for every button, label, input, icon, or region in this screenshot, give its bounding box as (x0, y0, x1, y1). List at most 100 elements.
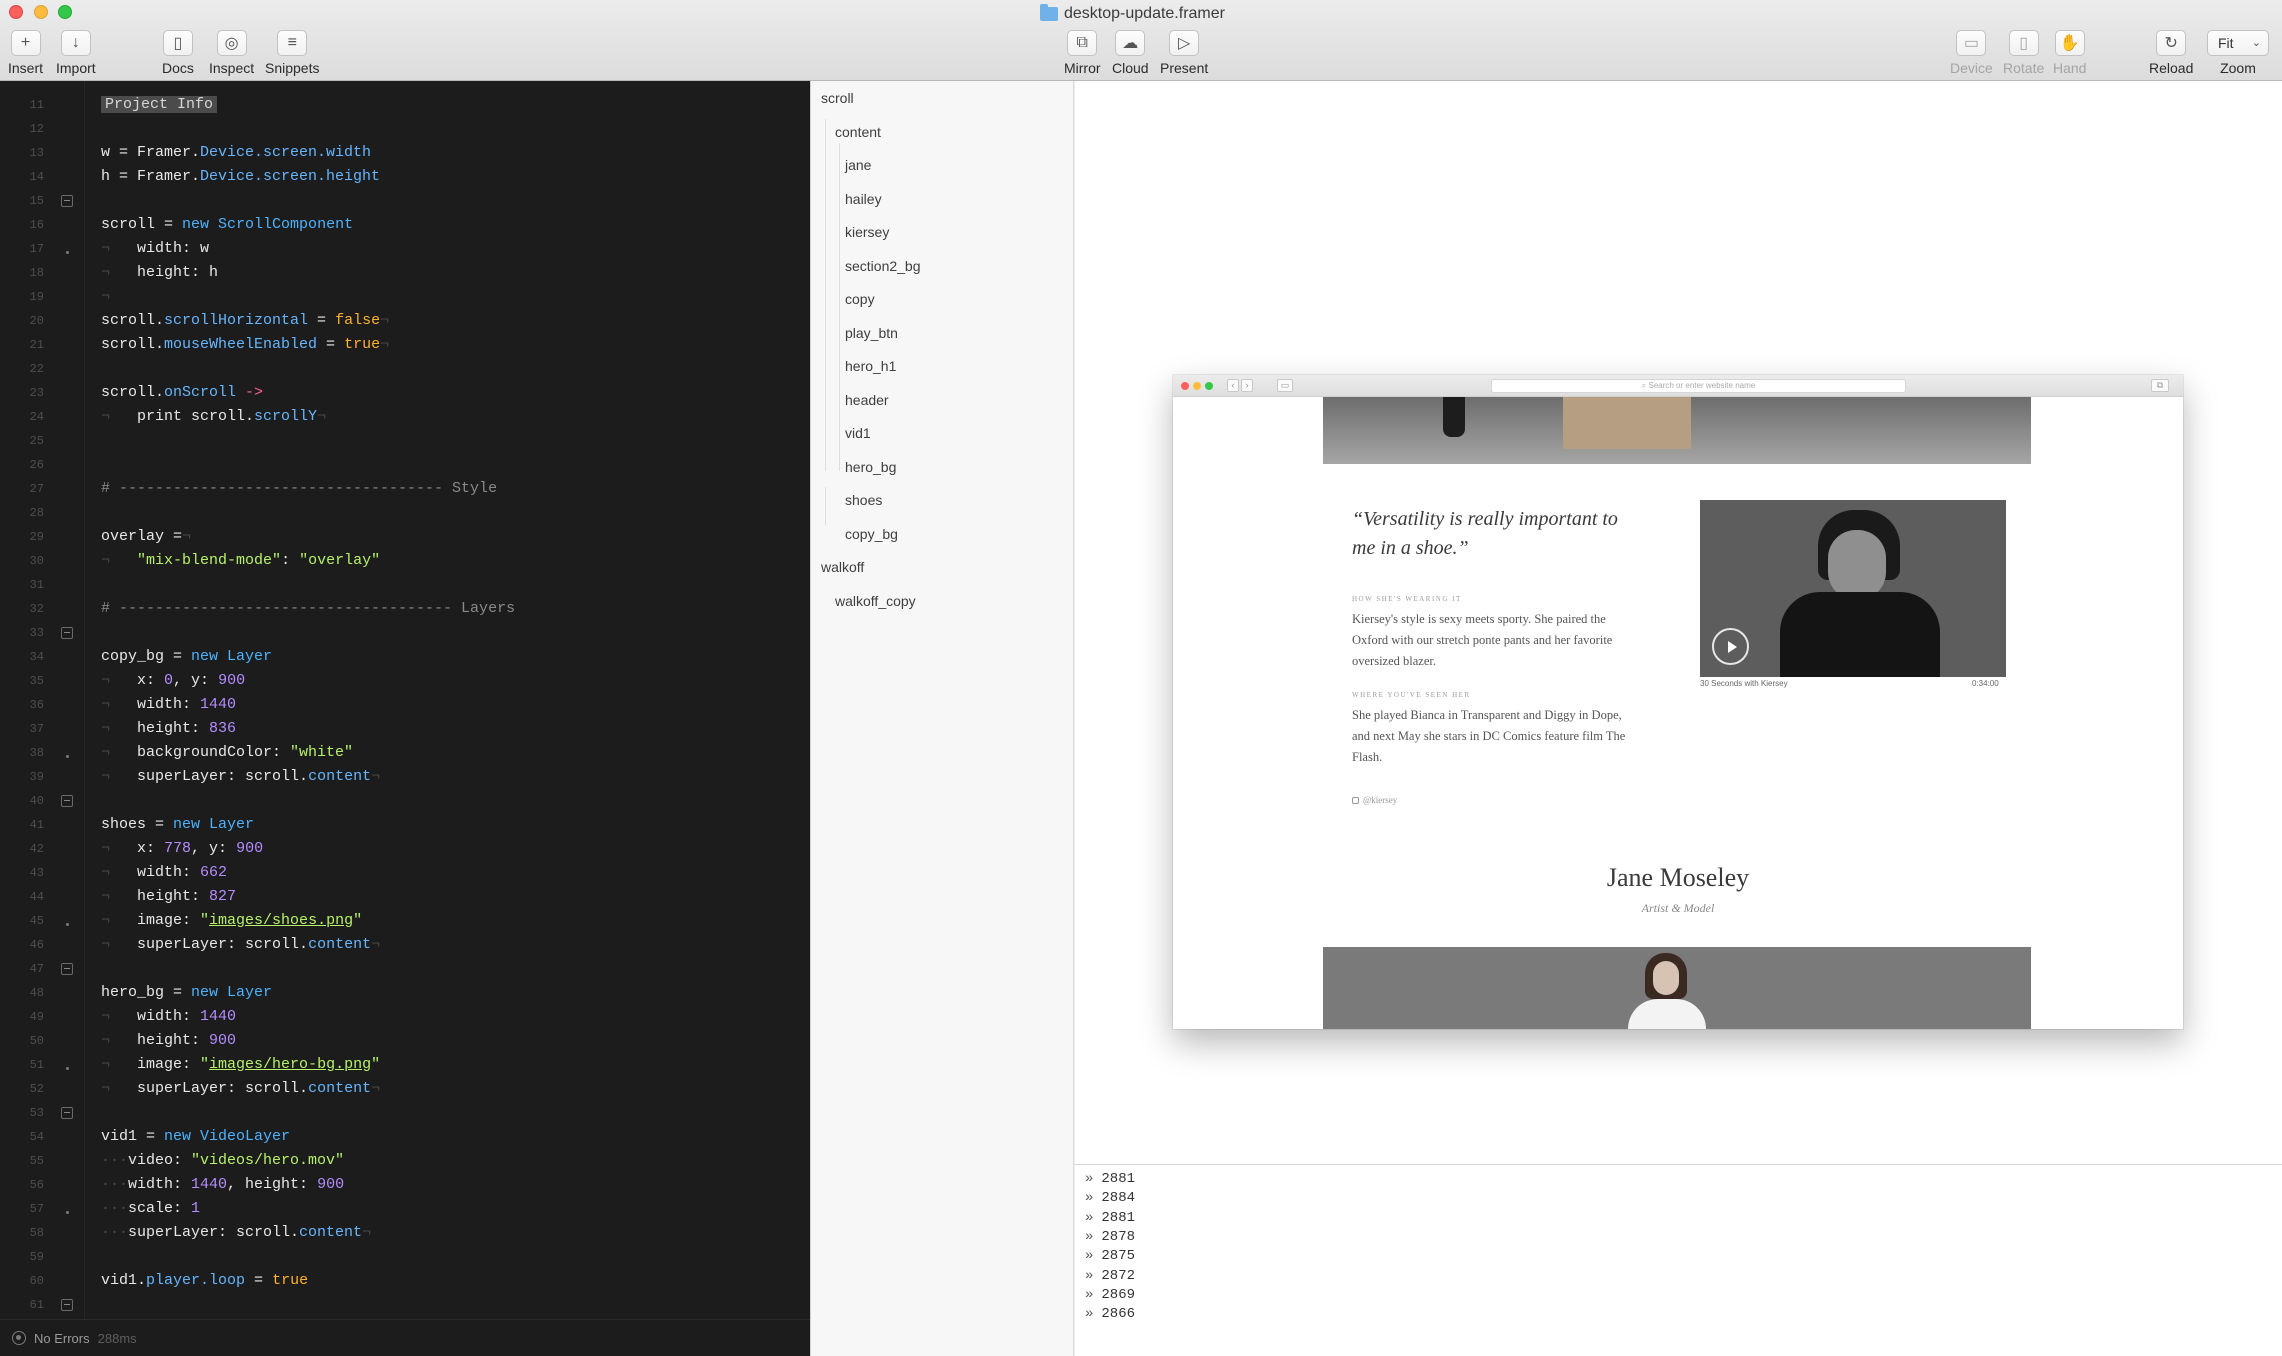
code-editor[interactable]: 11 12 13 14 15 16 17 18 19 20 21 22 23 24 25 26 27 28 29 30… (0, 81, 810, 1356)
code-line: ¬ backgroundColor: "white" (101, 744, 354, 761)
line-number: 50 (29, 1034, 44, 1048)
fold-toggle-icon[interactable] (61, 1299, 73, 1311)
present-label: Present (1160, 60, 1209, 76)
pull-quote: “Versatility is really important to me i… (1352, 508, 1618, 559)
code-line: ¬ x: 0, y: 900 (101, 672, 246, 689)
fold-end-marker (66, 1067, 69, 1070)
video-duration: 0:34:00 (1972, 679, 1999, 688)
line-number: 49 (29, 1010, 44, 1024)
layer-item-kiersey[interactable]: kiersey (845, 220, 889, 244)
browser-zoom-dot (1205, 382, 1213, 390)
code-line: ¬ image: "images/shoes.png" (101, 912, 363, 929)
rotate-button[interactable]: ▯ Rotate (2003, 30, 2044, 76)
video-caption: 30 Seconds with Kiersey (1700, 679, 1788, 688)
line-number: 15 (29, 194, 44, 208)
zoom-window-button[interactable] (58, 5, 72, 19)
reload-button[interactable]: ↻ Reload (2149, 30, 2193, 76)
line-number: 43 (29, 866, 44, 880)
line-number: 57 (29, 1202, 44, 1216)
browser-sidebar-icon: ▭ (1277, 379, 1293, 392)
fold-toggle-icon[interactable] (61, 195, 73, 207)
seen-text: She played Bianca in Transparent and Dig… (1352, 708, 1626, 764)
line-number: 48 (29, 986, 44, 1000)
console-value: 2878 (1101, 1228, 1136, 1245)
person-body-shape (1780, 592, 1940, 677)
console-line: » 2878 (1085, 1228, 1135, 1247)
browser-tabs-icon: ⧉ (2151, 379, 2169, 392)
layer-item-vid1[interactable]: vid1 (845, 421, 871, 445)
hand-button[interactable]: ✋ Hand (2053, 30, 2086, 76)
present-button[interactable]: ▷ Present (1160, 30, 1208, 76)
code-line: ···video: "videos/hero.mov" (101, 1152, 345, 1169)
layer-item-scroll[interactable]: scroll (821, 86, 854, 110)
layer-item-hero-h1[interactable]: hero_h1 (845, 354, 896, 378)
layer-item-copy-bg[interactable]: copy_bg (845, 522, 898, 546)
code-area[interactable]: Project Info w = Framer.Device.screen.wi… (85, 81, 810, 1319)
toolbar: desktop-update.framer + Insert ↓ Import … (0, 0, 2282, 81)
close-window-button[interactable] (9, 5, 23, 19)
minimize-window-button[interactable] (34, 5, 48, 19)
line-number: 54 (29, 1130, 44, 1144)
layer-item-walkoff-copy[interactable]: walkoff_copy (835, 589, 916, 613)
code-line: vid1 = new VideoLayer (101, 1128, 291, 1145)
layer-item-jane[interactable]: jane (845, 153, 871, 177)
browser-frame: ‹ › ▭ ⌕ Search or enter website name ⧉ “… (1173, 375, 2183, 1029)
mirror-label: Mirror (1064, 60, 1101, 76)
layer-item-walkoff[interactable]: walkoff (821, 555, 864, 579)
code-line: ¬ x: 778, y: 900 (101, 840, 264, 857)
line-number: 59 (29, 1250, 44, 1264)
code-line: ···width: 1440, height: 900 (101, 1176, 345, 1193)
console-prompt-icon: » (1085, 1190, 1094, 1207)
box-shape (1563, 397, 1691, 449)
layer-item-content[interactable]: content (835, 120, 881, 144)
mirror-button[interactable]: ⧉ Mirror (1064, 30, 1101, 76)
cloud-button[interactable]: ☁ Cloud (1112, 30, 1149, 76)
console-value: 2881 (1101, 1209, 1136, 1226)
code-line: shoes = new Layer (101, 816, 255, 833)
browser-forward-icon: › (1241, 379, 1253, 392)
console-panel[interactable]: » 2881 » 2884 » 2881 » 2878 » 2875 » 2872 » 2869 » 2866 (1075, 1164, 2282, 1356)
project-info-fold[interactable]: Project Info (101, 93, 218, 117)
layer-item-header[interactable]: header (845, 388, 889, 412)
download-arrow-icon: ↓ (60, 30, 91, 56)
hand-label: Hand (2053, 60, 2087, 76)
inspect-button[interactable]: ◎ Inspect (209, 30, 254, 76)
model-role: Artist & Model (1641, 901, 1715, 915)
preview-canvas[interactable]: ‹ › ▭ ⌕ Search or enter website name ⧉ “… (1075, 81, 2282, 1164)
console-line: » 2875 (1085, 1247, 1135, 1266)
wearing-text: Kiersey's style is sexy meets sporty. Sh… (1352, 612, 1613, 668)
line-number: 31 (29, 578, 44, 592)
fold-toggle-icon[interactable] (61, 963, 73, 975)
code-line: overlay =¬ (101, 528, 192, 545)
layer-item-section2-bg[interactable]: section2_bg (845, 254, 921, 278)
layer-item-copy[interactable]: copy (845, 287, 875, 311)
device-label: Device (1950, 60, 1993, 76)
line-number: 28 (29, 506, 44, 520)
layer-item-shoes[interactable]: shoes (845, 488, 882, 512)
zoom-control[interactable]: Fit ⌄ Zoom (2207, 30, 2269, 76)
layer-item-play-btn[interactable]: play_btn (845, 321, 898, 345)
console-prompt-icon: » (1085, 1171, 1094, 1187)
fold-toggle-icon[interactable] (61, 627, 73, 639)
zoom-select[interactable]: Fit ⌄ (2207, 30, 2269, 56)
project-info-label[interactable]: Project Info (101, 96, 218, 113)
console-prompt-icon: » (1085, 1286, 1094, 1303)
line-number: 60 (29, 1274, 44, 1288)
layer-item-hailey[interactable]: hailey (845, 187, 882, 211)
zoom-value: Fit (2218, 35, 2234, 51)
device-button[interactable]: ▭ Device (1950, 30, 1993, 76)
code-line: ¬ height: 900 (101, 1032, 237, 1049)
line-number: 32 (29, 602, 44, 616)
insert-button[interactable]: + Insert (8, 30, 43, 76)
line-number: 55 (29, 1154, 44, 1168)
docs-label: Docs (162, 60, 194, 76)
code-line: ¬ height: h (101, 264, 219, 281)
docs-button[interactable]: ▯ Docs (162, 30, 194, 76)
import-button[interactable]: ↓ Import (56, 30, 96, 76)
fold-toggle-icon[interactable] (61, 795, 73, 807)
layer-item-hero-bg[interactable]: hero_bg (845, 455, 896, 479)
fold-toggle-icon[interactable] (61, 1107, 73, 1119)
browser-toolbar: ‹ › ▭ ⌕ Search or enter website name ⧉ (1173, 375, 2183, 397)
snippets-button[interactable]: ≡ Snippets (265, 30, 319, 76)
line-number: 40 (29, 794, 44, 808)
